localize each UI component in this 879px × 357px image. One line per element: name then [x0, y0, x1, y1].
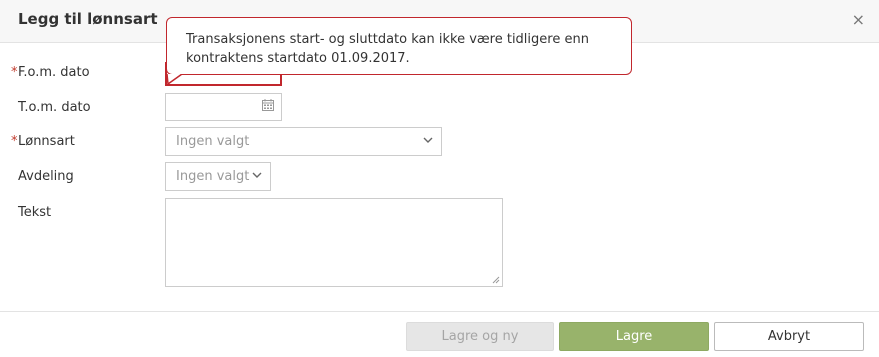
- lonnsart-select[interactable]: Ingen valgt: [165, 127, 442, 156]
- calendar-icon[interactable]: [262, 99, 274, 111]
- tooltip-pointer: [166, 74, 183, 86]
- tekst-textarea[interactable]: [165, 198, 503, 287]
- tom-label: T.o.m. dato: [18, 100, 91, 115]
- tom-date-input[interactable]: [165, 93, 282, 121]
- save-button[interactable]: Lagre: [559, 322, 709, 351]
- avdeling-placeholder: Ingen valgt: [176, 169, 250, 184]
- error-tooltip: Transaksjonens start- og sluttdato kan i…: [166, 17, 632, 75]
- lonnsart-label: Lønnsart: [18, 134, 75, 149]
- avdeling-select[interactable]: Ingen valgt: [165, 162, 271, 191]
- error-tooltip-text: Transaksjonens start- og sluttdato kan i…: [186, 32, 589, 66]
- avdeling-label: Avdeling: [18, 169, 74, 184]
- save-and-new-button[interactable]: Lagre og ny: [406, 322, 554, 351]
- close-icon[interactable]: ×: [852, 11, 865, 29]
- dialog-footer: Lagre og ny Lagre Avbryt: [0, 311, 879, 357]
- cancel-button[interactable]: Avbryt: [714, 322, 864, 351]
- required-marker: *: [11, 65, 18, 80]
- lonnsart-placeholder: Ingen valgt: [176, 134, 250, 149]
- lonnsart-label-row: * Lønnsart: [11, 134, 75, 149]
- resize-handle-icon[interactable]: [492, 276, 500, 284]
- chevron-down-icon: [423, 137, 433, 143]
- required-marker: *: [11, 134, 18, 149]
- fom-label-row: * F.o.m. dato: [11, 65, 90, 80]
- chevron-down-icon: [252, 172, 262, 178]
- fom-label: F.o.m. dato: [18, 65, 90, 80]
- dialog-title: Legg til lønnsart: [18, 10, 158, 28]
- tekst-label: Tekst: [18, 205, 52, 220]
